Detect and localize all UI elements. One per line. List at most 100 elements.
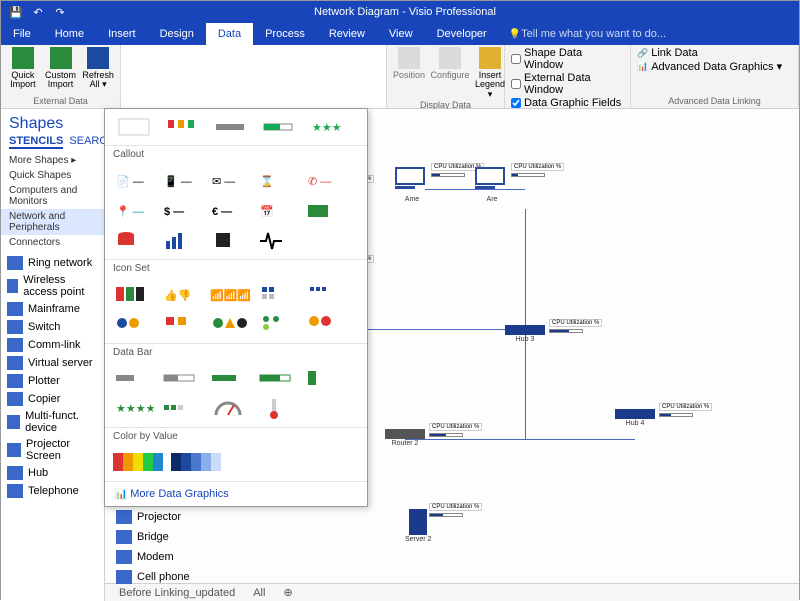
shape-projector[interactable]: Projector: [110, 508, 196, 526]
new-sheet-button[interactable]: ⊕: [283, 586, 292, 599]
gallery-callout-stars[interactable]: ★★★★: [303, 113, 349, 141]
menu-home[interactable]: Home: [43, 23, 96, 45]
gallery-databar-stars[interactable]: ★★★★: [111, 395, 157, 423]
gallery-databar-5[interactable]: [303, 365, 349, 393]
gallery-callout-progress[interactable]: [255, 113, 301, 141]
gallery-none[interactable]: [111, 113, 157, 141]
node-hub4[interactable]: Hub 4: [615, 409, 655, 427]
all-tab[interactable]: All: [253, 587, 265, 599]
gallery-cbv-rainbow[interactable]: [111, 449, 167, 477]
gallery-callout-chip[interactable]: [207, 227, 253, 255]
node-ame[interactable]: Ame: [395, 167, 429, 203]
shape-data-window-check[interactable]: Shape Data Window: [511, 47, 624, 71]
shape-telephone[interactable]: Telephone: [1, 482, 104, 500]
gallery-cbv-blues[interactable]: [169, 449, 225, 477]
gallery-iconset-shields[interactable]: [111, 281, 157, 309]
stencil-connectors[interactable]: Connectors: [1, 235, 104, 250]
menu-insert[interactable]: Insert: [96, 23, 148, 45]
gallery-iconset-dots[interactable]: [303, 311, 349, 339]
gallery-callout-dollar[interactable]: $ —: [159, 197, 205, 225]
stencil-computers[interactable]: Computers and Monitors: [1, 183, 104, 209]
shape-wireless-ap[interactable]: Wireless access point: [1, 272, 104, 300]
gallery-databar-1[interactable]: [111, 365, 157, 393]
shape-copier[interactable]: Copier: [1, 390, 104, 408]
menu-file[interactable]: File: [1, 23, 43, 45]
gallery-callout-euro[interactable]: € —: [207, 197, 253, 225]
quick-shapes-link[interactable]: Quick Shapes: [1, 168, 104, 183]
data-graphic-fields-check[interactable]: Data Graphic Fields: [511, 97, 624, 109]
gallery-databar-2[interactable]: [159, 365, 205, 393]
stencil-network-peripherals[interactable]: Network and Peripherals: [1, 209, 104, 235]
quick-import-button[interactable]: Quick Import: [7, 47, 39, 90]
gallery-callout-money[interactable]: [303, 197, 349, 225]
refresh-all-button[interactable]: Refresh All ▾: [82, 47, 114, 90]
external-data-window-check[interactable]: External Data Window: [511, 72, 624, 96]
redo-icon[interactable]: ↷: [53, 5, 67, 19]
menu-view[interactable]: View: [377, 23, 425, 45]
tab-stencils[interactable]: STENCILS: [9, 135, 63, 149]
node-hub3[interactable]: Hub 3: [505, 325, 545, 343]
shape-ring-network[interactable]: Ring network: [1, 254, 104, 272]
menu-developer[interactable]: Developer: [425, 23, 499, 45]
gallery-callout-hourglass[interactable]: ⌛: [255, 167, 301, 195]
menu-data[interactable]: Data: [206, 23, 253, 45]
gallery-iconset-grid[interactable]: [303, 281, 349, 309]
gallery-databar-gauge[interactable]: [207, 395, 253, 423]
node-are[interactable]: Are: [475, 167, 509, 203]
gallery-callout-pin[interactable]: 📍 —: [111, 197, 157, 225]
save-icon[interactable]: 💾: [9, 5, 23, 19]
sheet-tab[interactable]: Before Linking_updated: [119, 587, 235, 599]
more-shapes-link[interactable]: More Shapes ▸: [1, 153, 104, 168]
shape-mainframe[interactable]: Mainframe: [1, 300, 104, 318]
gallery-iconset-pies[interactable]: [111, 311, 157, 339]
gallery-callout-heartbeat[interactable]: [255, 227, 301, 255]
gallery-databar-thermo[interactable]: [255, 395, 301, 423]
tab-search[interactable]: SEARCH: [69, 135, 105, 149]
connector[interactable]: [525, 209, 526, 439]
shape-modem[interactable]: Modem: [110, 548, 196, 566]
gallery-callout-bar[interactable]: [207, 113, 253, 141]
gallery-callout-flag[interactable]: [159, 113, 205, 141]
shape-hub[interactable]: Hub: [1, 464, 104, 482]
configure-button[interactable]: Configure: [431, 47, 469, 80]
gallery-callout-db[interactable]: [111, 227, 157, 255]
gallery-callout-phone2[interactable]: ✆ —: [303, 167, 349, 195]
gallery-iconset-wifi[interactable]: 📶📶📶: [207, 281, 253, 309]
undo-icon[interactable]: ↶: [31, 5, 45, 19]
custom-import-button[interactable]: Custom Import: [45, 47, 77, 90]
gallery-databar-3[interactable]: [207, 365, 253, 393]
shape-multifunction[interactable]: Multi-funct. device: [1, 408, 104, 436]
menu-process[interactable]: Process: [253, 23, 317, 45]
connector[interactable]: [525, 439, 635, 440]
gallery-iconset-signs[interactable]: [207, 311, 253, 339]
node-server2[interactable]: Server 2: [405, 509, 431, 543]
shape-projector-screen[interactable]: Projector Screen: [1, 436, 104, 464]
connector[interactable]: [365, 329, 525, 330]
shape-bridge[interactable]: Bridge: [110, 528, 196, 546]
gallery-callout-phone[interactable]: 📱 —: [159, 167, 205, 195]
gallery-iconset-bars[interactable]: [255, 281, 301, 309]
shape-cell-phone[interactable]: Cell phone: [110, 568, 196, 586]
tell-me-search[interactable]: 💡 Tell me what you want to do...: [499, 23, 799, 45]
menu-review[interactable]: Review: [317, 23, 377, 45]
gallery-databar-4[interactable]: [255, 365, 301, 393]
more-data-graphics-link[interactable]: 📊 More Data Graphics: [105, 481, 367, 506]
insert-legend-button[interactable]: Insert Legend ▾: [475, 47, 505, 99]
gallery-callout-calendar[interactable]: 📅: [255, 197, 301, 225]
position-button[interactable]: Position: [393, 47, 425, 80]
shape-plotter[interactable]: Plotter: [1, 372, 104, 390]
node-router2[interactable]: Router 2: [385, 429, 425, 447]
shape-virtual-server[interactable]: Virtual server: [1, 354, 104, 372]
gallery-iconset-traffic[interactable]: [255, 311, 301, 339]
advanced-data-graphics-button[interactable]: 📊 Advanced Data Graphics ▾: [637, 60, 782, 73]
gallery-callout-mail[interactable]: ✉ —: [207, 167, 253, 195]
menu-design[interactable]: Design: [148, 23, 206, 45]
gallery-callout-chart[interactable]: [159, 227, 205, 255]
shape-switch[interactable]: Switch: [1, 318, 104, 336]
gallery-callout-abc[interactable]: 📄 —: [111, 167, 157, 195]
link-data-button[interactable]: 🔗 Link Data: [637, 47, 782, 59]
shape-comm-link[interactable]: Comm-link: [1, 336, 104, 354]
gallery-iconset-thumbs[interactable]: 👍👎: [159, 281, 205, 309]
gallery-databar-boxes[interactable]: [159, 395, 205, 423]
gallery-iconset-flags2[interactable]: [159, 311, 205, 339]
